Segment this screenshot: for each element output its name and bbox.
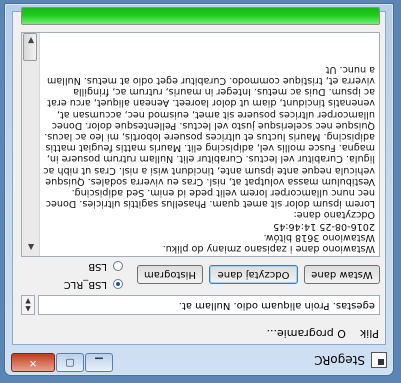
- scroll-down-icon[interactable]: ▼: [23, 33, 39, 49]
- window-title: StegoRC: [314, 353, 365, 367]
- menu-bar: Plik O programie...: [13, 324, 385, 344]
- spin-down-icon[interactable]: ▼: [25, 297, 30, 305]
- close-icon: ✕: [28, 357, 38, 368]
- maximize-button[interactable]: ▢: [56, 353, 84, 372]
- insert-data-button[interactable]: Wstaw dane: [304, 265, 380, 284]
- scroll-up-icon[interactable]: ▲: [23, 240, 39, 256]
- progress-bar: [21, 7, 380, 25]
- app-icon[interactable]: [371, 352, 387, 368]
- read-data-label: Odczytaj dane: [217, 269, 290, 280]
- radio-lsb-rlc-label: LSB_RLC: [63, 279, 107, 290]
- maximize-icon: ▢: [65, 357, 75, 368]
- read-data-button[interactable]: Odczytaj dane: [209, 265, 298, 284]
- insert-data-label: Wstaw dane: [311, 269, 373, 280]
- histogram-label: Histogram: [144, 269, 196, 280]
- screen: StegoRC ▁ ▢ ✕ Plik O programie... egesta…: [0, 0, 401, 383]
- spin-up-icon[interactable]: ▲: [25, 305, 30, 313]
- radio-lsb[interactable]: LSB: [88, 261, 123, 272]
- log-textarea[interactable]: Wstawiono dane i zapisano zmiany do plik…: [21, 32, 380, 257]
- histogram-button[interactable]: Histogram: [137, 265, 203, 284]
- close-button[interactable]: ✕: [11, 353, 55, 372]
- log-scrollbar[interactable]: ▲ ▼: [22, 33, 40, 256]
- path-spinner[interactable]: ▲ ▼: [21, 295, 35, 315]
- title-bar[interactable]: StegoRC ▁ ▢ ✕: [5, 345, 393, 375]
- radio-lsb-rlc-dot[interactable]: [113, 279, 123, 290]
- log-text[interactable]: Wstawiono dane i zapisano zmiany do plik…: [40, 35, 375, 254]
- app-window: StegoRC ▁ ▢ ✕ Plik O programie... egesta…: [4, 3, 394, 376]
- menu-about[interactable]: O programie...: [266, 328, 345, 341]
- path-input[interactable]: egestas. Proin aliquam odio. Nullam at.: [38, 295, 380, 315]
- radio-lsb-label: LSB: [88, 261, 107, 272]
- caption-buttons: ▁ ▢ ✕: [11, 353, 114, 372]
- menu-file[interactable]: Plik: [360, 328, 379, 341]
- client-area: Plik O programie... egestas. Proin aliqu…: [12, 7, 386, 345]
- radio-lsb-dot[interactable]: [113, 261, 123, 272]
- minimize-button[interactable]: ▁: [85, 353, 113, 372]
- progress-fill: [22, 8, 379, 24]
- minimize-icon: ▁: [95, 357, 103, 368]
- radio-lsb-rlc[interactable]: LSB_RLC: [64, 279, 123, 290]
